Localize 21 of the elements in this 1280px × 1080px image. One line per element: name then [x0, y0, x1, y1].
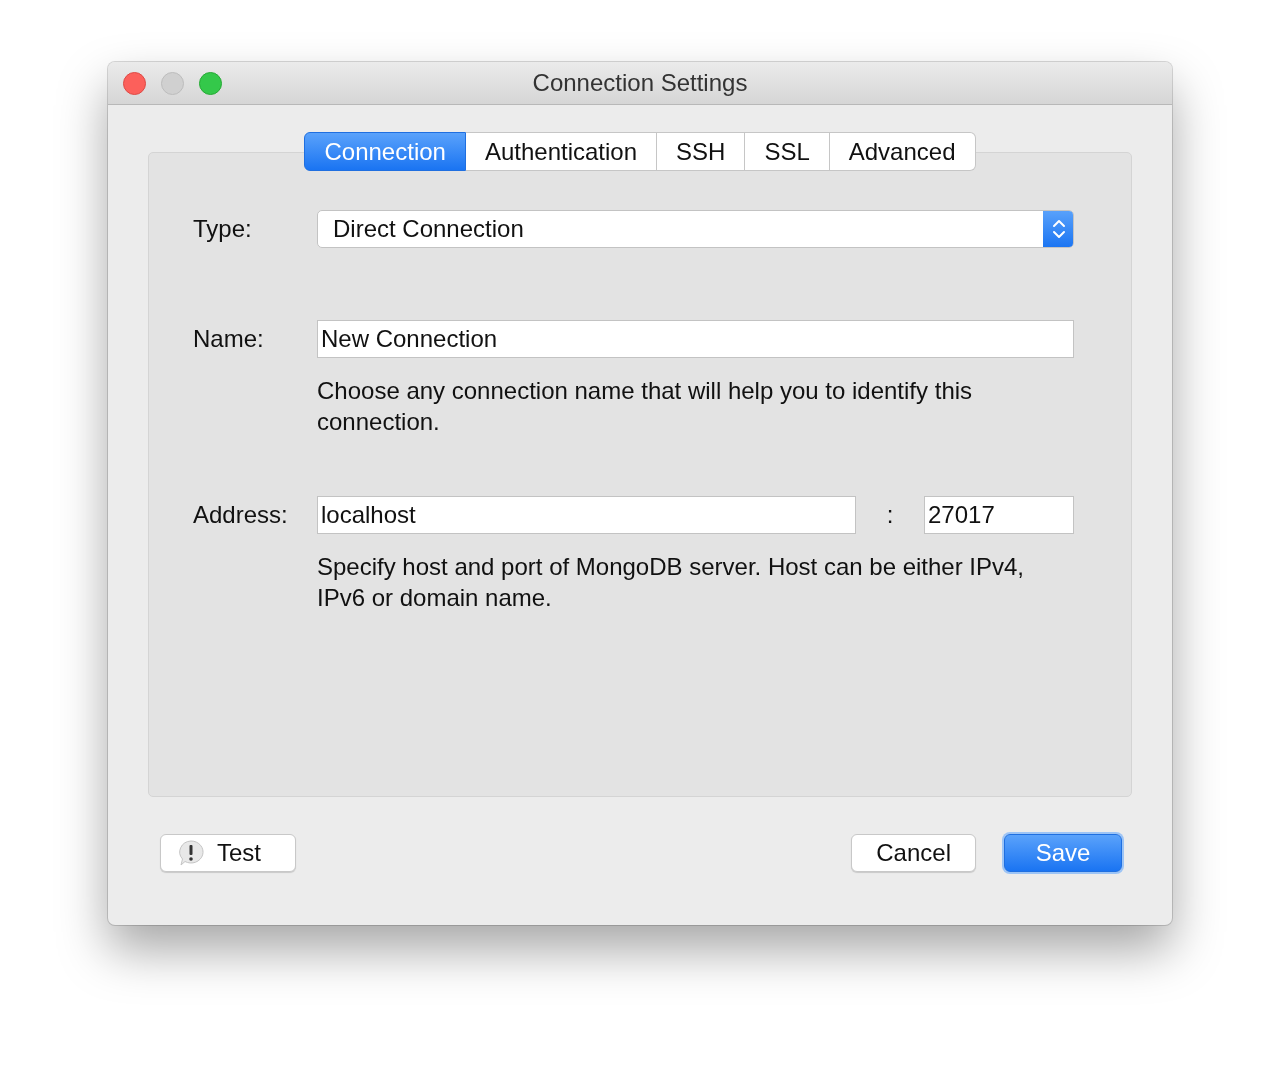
- chevron-updown-icon: [1051, 217, 1066, 241]
- field-label: Type:: [193, 215, 253, 243]
- name-field[interactable]: New Connection: [317, 320, 1074, 358]
- window-title: Connection Settings: [532, 69, 748, 97]
- test-button[interactable]: Test: [160, 834, 296, 872]
- host-field[interactable]: localhost: [317, 496, 856, 534]
- port-field[interactable]: 27017: [924, 496, 1074, 534]
- zoom-button[interactable]: [199, 71, 222, 95]
- help-text: Specify host and port of MongoDB server. Host can be either IPv4, IPv6 or domain name.: [317, 552, 1026, 613]
- tab[interactable]: SSL: [745, 132, 830, 171]
- tab[interactable]: SSH: [657, 132, 746, 171]
- field-label: Address:: [193, 501, 289, 529]
- close-button[interactable]: [123, 71, 146, 95]
- cancel-button[interactable]: Cancel: [851, 834, 976, 872]
- help-text: Choose any connection name that will help you to identify this connection.: [317, 376, 974, 437]
- type-dropdown[interactable]: Direct Connection: [317, 210, 1074, 248]
- tab[interactable]: Authentication: [465, 132, 657, 171]
- tab[interactable]: Advanced: [829, 132, 976, 171]
- separator-text: :: [885, 501, 895, 529]
- field-label: Name:: [193, 325, 265, 353]
- alert-icon: [177, 839, 205, 867]
